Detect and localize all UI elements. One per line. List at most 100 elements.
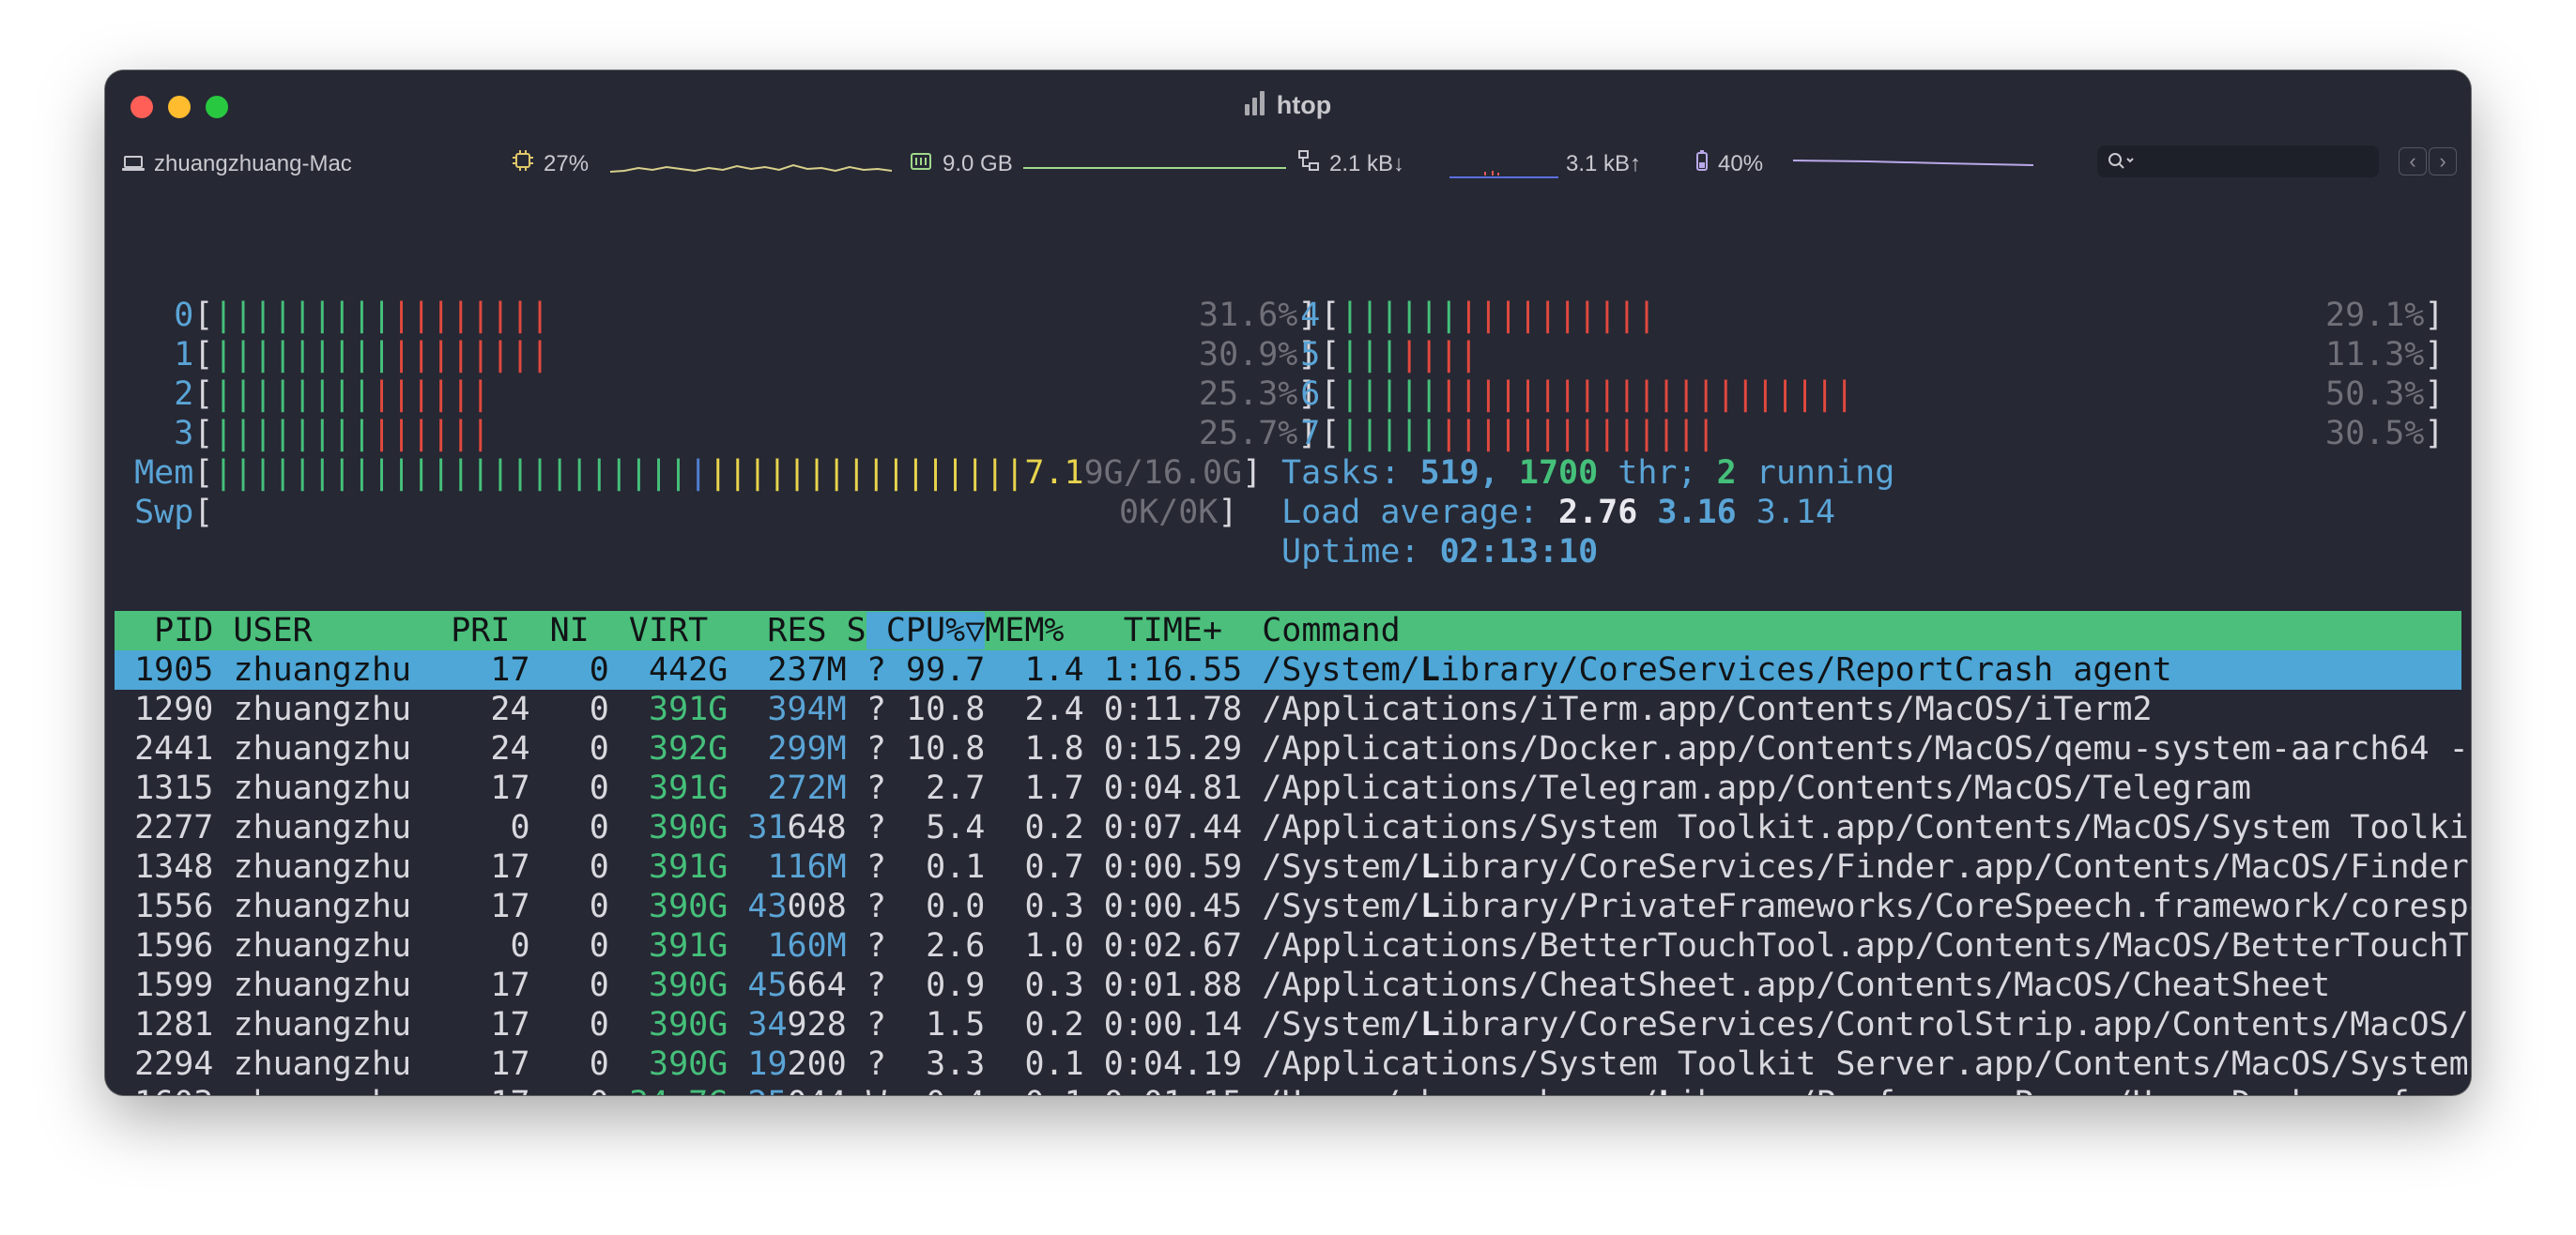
process-row[interactable]: 2277 zhuangzhu 0 0 390G 31648 ? 5.4 0.2 …	[115, 808, 2471, 847]
cpu-meter-4-value: 29.1%]	[2325, 297, 2445, 334]
ni-cell: 0	[589, 1006, 609, 1044]
cpu-meter-7: 7[|||||||||||||||||||	[1300, 415, 1716, 452]
cpu-cell: 3.3	[926, 1045, 986, 1083]
process-row[interactable]: 1315 zhuangzhu 17 0 391G 272M ? 2.7 1.7 …	[115, 769, 2461, 808]
process-row[interactable]: 1290 zhuangzhu 24 0 391G 394M ? 10.8 2.4…	[115, 690, 2461, 729]
col-time[interactable]: TIME+	[1065, 612, 1243, 649]
command-highlight: L	[1419, 848, 1440, 886]
process-row[interactable]: 1596 zhuangzhu 0 0 391G 160M ? 2.6 1.0 0…	[115, 926, 2471, 966]
ni-cell: 0	[589, 730, 609, 768]
user-cell: zhuangzhu	[233, 1006, 412, 1044]
command-highlight: L	[1419, 888, 1440, 925]
cpu-bar-user: ||||||	[1340, 297, 1459, 334]
pri-cell: 17	[490, 888, 530, 925]
res-high-cell: 394M	[767, 691, 847, 728]
res-high-cell: 116M	[767, 848, 847, 886]
user-cell: zhuangzhu	[233, 730, 412, 768]
command-rest: ibrary/CoreServices/ControlStrip.app/Con…	[1440, 1006, 2471, 1044]
virt-high-cell: 390G	[649, 888, 728, 925]
network-icon	[1297, 146, 1320, 184]
command-cell: /Applications/CheatSheet.app/Contents/Ma…	[1262, 967, 2331, 1004]
user-cell: zhuangzhu	[233, 927, 412, 965]
command-cell: /Applications/Telegram.app/Contents/MacO…	[1262, 770, 2251, 807]
cpu-bar-user: ||||||||	[213, 415, 372, 452]
command-cell: /Applications/iTerm.app/Contents/MacOS/i…	[1262, 691, 2153, 728]
col-state[interactable]: S	[827, 612, 866, 649]
swp-label: Swp	[134, 494, 194, 531]
pri-cell: 17	[490, 770, 530, 807]
col-mem[interactable]: MEM%	[985, 612, 1064, 649]
cpu-id: 2	[174, 375, 194, 413]
swp-meter-value: 0K/0K]	[1119, 494, 1238, 531]
battery-icon	[1695, 146, 1709, 184]
load-1min: 2.76	[1558, 494, 1638, 531]
time-cell: 1:16.55	[1103, 651, 1243, 689]
process-row[interactable]: 1603 zhuangzhu 17 0 34.7G 25044 W 0.4 0.…	[115, 1084, 2471, 1095]
tasks-count: 519	[1419, 454, 1480, 492]
time-cell: 0:00.59	[1103, 848, 1243, 886]
mem-bar-used: ||||||||||||||||||||||||	[213, 454, 689, 492]
ni-cell: 0	[589, 1045, 609, 1083]
laptop-icon	[122, 146, 145, 184]
col-command[interactable]: Command	[1242, 612, 1401, 649]
pid-cell: 1556	[134, 888, 214, 925]
col-pid[interactable]: PID	[115, 612, 213, 649]
command-rest: ibrary/PrivateFrameworks/CoreSpeech.fram…	[1440, 888, 2471, 925]
res-high-cell: 272M	[767, 770, 847, 807]
mem-label: Mem	[134, 454, 194, 492]
pid-cell: 2294	[134, 1045, 214, 1083]
ni-cell: 0	[589, 809, 609, 846]
process-row[interactable]: 1556 zhuangzhu 17 0 390G 43008 ? 0.0 0.3…	[115, 887, 2471, 926]
state-cell: ?	[866, 770, 886, 807]
cpu-id: 5	[1300, 336, 1321, 374]
nav-back-button[interactable]: ‹	[2399, 147, 2427, 175]
virt-cell: 442G	[649, 651, 728, 689]
cpu-cell: 5.4	[926, 809, 986, 846]
cpu-bar-system: ||||||||	[391, 297, 550, 334]
nav-forward-button[interactable]: ›	[2429, 147, 2457, 175]
cpu-bar-system: ||||||||	[391, 336, 550, 374]
command-highlight: L	[1419, 651, 1440, 689]
state-cell: ?	[866, 691, 886, 728]
col-ni[interactable]: NI	[510, 612, 590, 649]
col-res[interactable]: RES	[708, 612, 826, 649]
search-field[interactable]	[2097, 145, 2379, 177]
host-indicator: zhuangzhuang-Mac	[122, 145, 352, 183]
cpu-bar-system: ||||||	[371, 415, 491, 452]
process-row-selected[interactable]: 1905 zhuangzhu 17 0 442G 237M ? 99.7 1.4…	[115, 650, 2461, 690]
virt-high-cell: 34.7G	[629, 1085, 728, 1095]
time-cell: 0:07.44	[1103, 809, 1243, 846]
command-rest: ibrary/PreferencePanes/HyperDock.prefpan…	[1678, 1085, 2471, 1095]
tasks-meter: Tasks: 519, 1700 thr; 2 running	[1281, 453, 1894, 493]
cpu-meter-5: 5[|||||||	[1300, 336, 1479, 374]
virt-high-cell: 390G	[649, 1045, 728, 1083]
col-pri[interactable]: PRI	[411, 612, 510, 649]
user-cell: zhuangzhu	[233, 809, 412, 846]
pri-cell: 17	[490, 967, 530, 1004]
load-15min: 3.14	[1756, 494, 1836, 531]
command-rest: ibrary/CoreServices/Finder.app/Contents/…	[1440, 848, 2469, 886]
memory-used: 9.0 GB	[943, 151, 1013, 176]
process-row[interactable]: 1599 zhuangzhu 17 0 390G 45664 ? 0.9 0.3…	[115, 966, 2461, 1005]
process-row[interactable]: 2294 zhuangzhu 17 0 390G 19200 ? 3.3 0.1…	[115, 1044, 2469, 1084]
pri-cell: 0	[510, 927, 530, 965]
cpu-bar-system: ||||||||||	[1458, 297, 1657, 334]
col-cpu-sorted[interactable]: CPU%▽	[866, 612, 986, 649]
col-user[interactable]: USER	[213, 612, 411, 649]
res-cell: 664	[787, 967, 847, 1004]
res-high-cell: 43	[747, 888, 788, 925]
process-row[interactable]: 2441 zhuangzhu 24 0 392G 299M ? 10.8 1.8…	[115, 729, 2471, 769]
cpu-meter-6-value: 50.3%]	[2325, 375, 2445, 413]
ni-cell: 0	[589, 770, 609, 807]
bar-chart-icon	[1244, 91, 1267, 122]
virt-high-cell: 390G	[649, 1006, 728, 1044]
cpu-id: 0	[174, 297, 194, 334]
mem-cell: 0.7	[1024, 848, 1084, 886]
user-cell: zhuangzhu	[233, 888, 412, 925]
cpu-sparkline	[610, 163, 892, 173]
col-virt[interactable]: VIRT	[590, 612, 708, 649]
process-row[interactable]: 1348 zhuangzhu 17 0 391G 116M ? 0.1 0.7 …	[115, 847, 2469, 887]
pid-cell: 1599	[134, 967, 214, 1004]
process-row[interactable]: 1281 zhuangzhu 17 0 390G 34928 ? 1.5 0.2…	[115, 1005, 2471, 1044]
cpu-bar-user: ||||||||	[213, 375, 372, 413]
